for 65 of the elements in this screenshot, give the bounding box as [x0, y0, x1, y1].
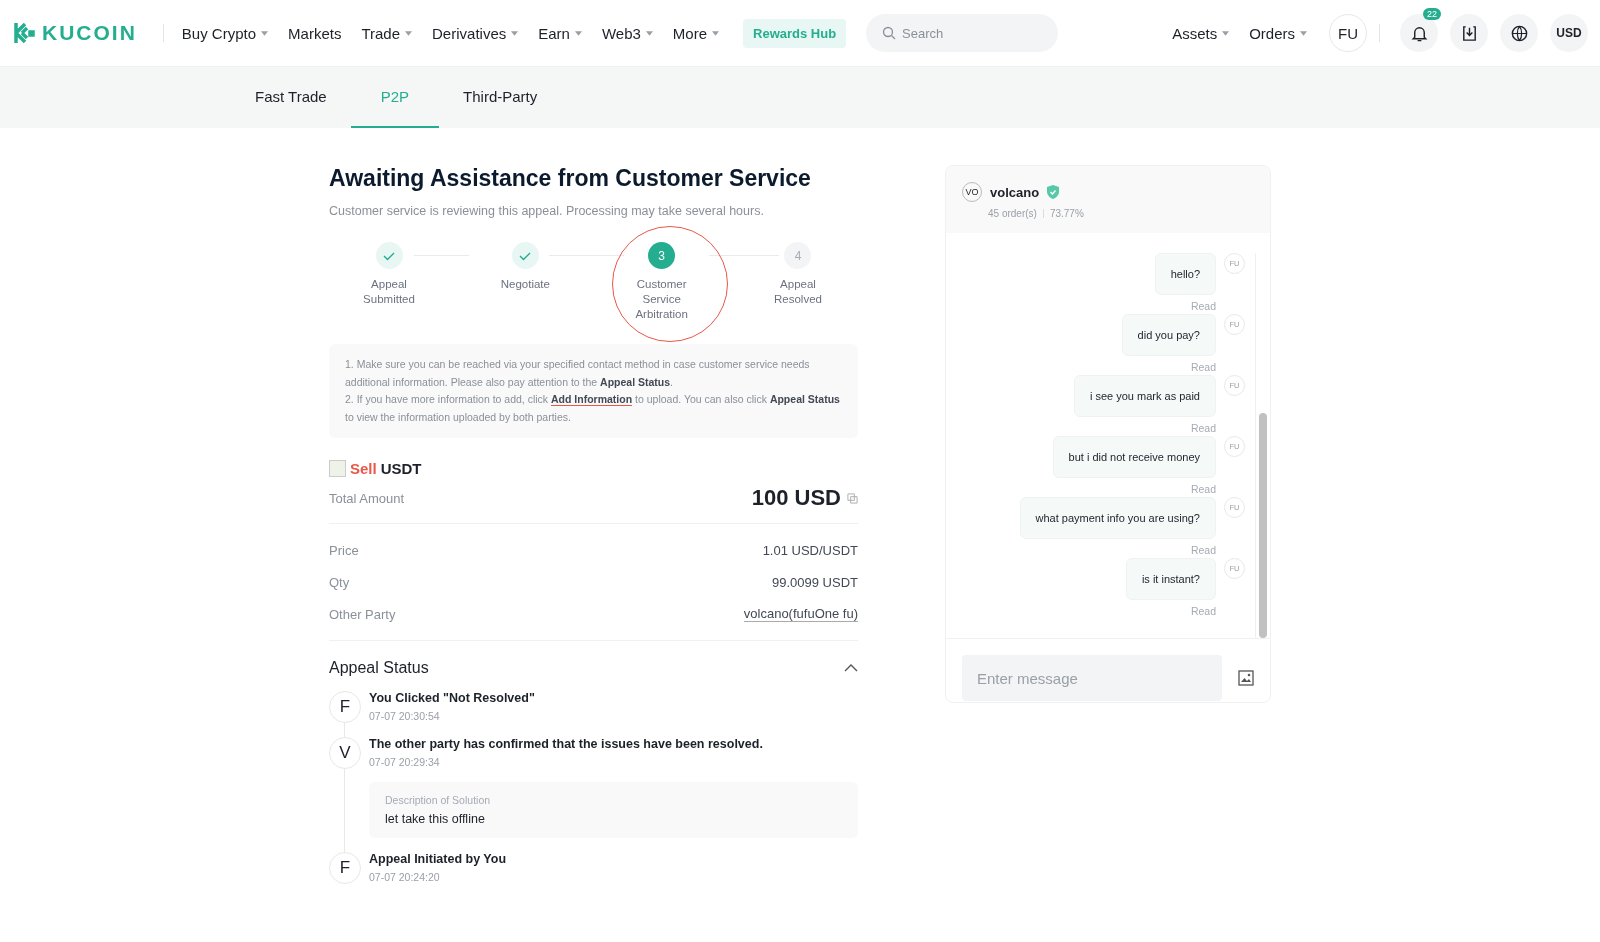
detail-label: Price	[329, 542, 359, 558]
event-time: 07-07 20:29:34	[369, 756, 441, 768]
detail-value: 99.0099 USDT	[772, 574, 858, 590]
party-link[interactable]: volcano(fufuOne fu)	[743, 606, 858, 622]
counterparty-name: volcano	[990, 184, 1040, 200]
event-time: 07-07 20:24:20	[369, 871, 441, 883]
nav-menu[interactable]: Orders	[1239, 24, 1317, 42]
message-bubble: but i did not receive money	[1052, 436, 1216, 478]
user-avatar: V	[329, 737, 361, 769]
nav-item[interactable]: Markets	[278, 24, 352, 42]
page-title: Awaiting Assistance from Customer Service	[329, 165, 812, 192]
step-label: Appeal Submitted	[362, 277, 416, 307]
nav-menu[interactable]: Assets	[1162, 24, 1240, 42]
event-title: The other party has confirmed that the issues have been resolved.	[369, 737, 764, 751]
read-status: Read	[1190, 300, 1216, 312]
step-label: Negotiate	[499, 277, 551, 292]
user-avatar: F	[329, 852, 361, 884]
tab[interactable]: Third-Party	[439, 67, 562, 128]
section-title: Appeal Status	[329, 659, 429, 677]
message-bubble: is it instant?	[1125, 558, 1216, 600]
step-indicator: 3	[648, 242, 676, 269]
read-status: Read	[1190, 483, 1216, 495]
message-input[interactable]: Enter message	[962, 655, 1222, 701]
user-avatar: F	[329, 691, 361, 723]
nav-item[interactable]: More	[662, 24, 729, 42]
nav-item[interactable]: Earn	[528, 24, 592, 42]
nav-item[interactable]: Derivatives	[422, 24, 529, 42]
order-count: 45 order(s)	[988, 208, 1037, 219]
trade-asset: USDT	[380, 460, 422, 477]
event-title: Appeal Initiated by You	[369, 852, 508, 866]
total-amount: 100 USD	[751, 485, 841, 511]
solution-text: let take this offline	[385, 812, 486, 826]
message-bubble: hello?	[1154, 253, 1216, 295]
step-label: Appeal Resolved	[773, 277, 823, 307]
step-indicator: 4	[784, 242, 812, 269]
currency-button[interactable]: USD	[1550, 14, 1588, 52]
detail-label: Qty	[329, 574, 350, 590]
solution-label: Description of Solution	[385, 794, 492, 806]
step-label: Customer Service Arbitration	[634, 277, 689, 322]
add-information-link[interactable]: Add Information	[551, 393, 633, 406]
nav-item[interactable]: Trade	[351, 24, 423, 42]
tab[interactable]: Fast Trade	[231, 67, 351, 128]
read-status: Read	[1190, 544, 1216, 556]
trade-side: Sell	[350, 460, 377, 477]
message-bubble: what payment info you are using?	[1019, 497, 1216, 539]
read-status: Read	[1190, 361, 1216, 373]
message-bubble: did you pay?	[1121, 314, 1216, 356]
completion-rate: 73.77%	[1049, 208, 1084, 219]
nav-item[interactable]: Web3	[591, 24, 663, 42]
notification-count: 22	[1423, 8, 1441, 20]
message-bubble: i see you mark as paid	[1073, 375, 1216, 417]
notice-text: 1. Make sure you can be reached via your specified contact method in case customer service needs additional information. Please also pay attention to the Appeal Status.	[345, 357, 811, 390]
logo-text: KUCOIN	[42, 21, 137, 45]
event-title: You Clicked "Not Resolved"	[369, 691, 536, 705]
detail-value: 1.01 USD/USDT	[762, 542, 858, 558]
read-status: Read	[1190, 605, 1216, 617]
user-avatar[interactable]: FU	[1329, 14, 1367, 52]
search-field[interactable]: Search	[866, 14, 1059, 52]
nav-item[interactable]: Buy Crypto	[171, 24, 279, 42]
detail-label: Other Party	[329, 606, 396, 622]
read-status: Read	[1190, 422, 1216, 434]
page-subtitle: Customer service is reviewing this appeal. Processing may take several hours.	[329, 204, 765, 218]
notice-text: 2. If you have more information to add, click Add Information to upload. You can also click Appeal Status to view the information uploaded by both parties.	[345, 392, 841, 425]
total-amount-label: Total Amount	[329, 490, 405, 506]
event-time: 07-07 20:30:54	[369, 710, 441, 722]
